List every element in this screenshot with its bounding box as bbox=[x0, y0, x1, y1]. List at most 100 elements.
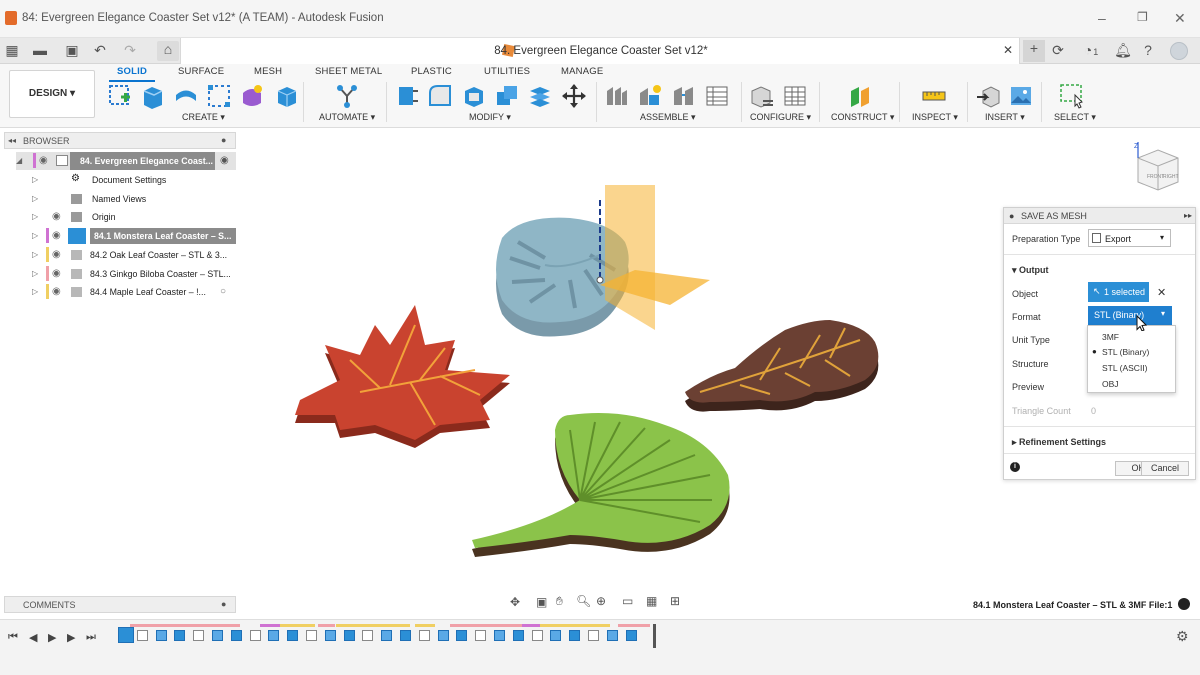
browser-item[interactable]: ▷ ◉ 84.2 Oak Leaf Coaster – STL & 3... bbox=[32, 246, 236, 264]
viewports-icon[interactable]: ⊞ bbox=[670, 594, 680, 608]
timeline-play-icon[interactable]: ▶︎ bbox=[48, 631, 56, 644]
group-create[interactable]: CREATE ▾ bbox=[182, 112, 225, 123]
timeline-feature-icon[interactable] bbox=[418, 630, 430, 641]
collapse-browser-icon[interactable]: ◂◂ bbox=[8, 136, 16, 145]
timeline-feature-icon[interactable] bbox=[174, 630, 186, 641]
timeline-feature-icon[interactable] bbox=[268, 630, 280, 641]
timeline-feature-icon[interactable] bbox=[494, 630, 505, 641]
new-tab-icon[interactable]: + bbox=[1023, 40, 1045, 62]
notifications-icon[interactable]: 🔔︎ bbox=[1113, 42, 1133, 59]
timeline-feature-icon[interactable] bbox=[606, 630, 618, 641]
close-window-icon[interactable]: ✕ bbox=[1174, 10, 1186, 27]
form-icon[interactable] bbox=[239, 83, 265, 109]
visibility-eye-icon[interactable]: ◉ bbox=[52, 249, 61, 260]
comments-pin-icon[interactable]: ● bbox=[221, 599, 226, 609]
browser-item[interactable]: ▷ ◉ 84.4 Maple Leaf Coaster – !... ○ bbox=[32, 283, 236, 301]
object-selection-button[interactable]: ↖ 1 selected bbox=[1088, 282, 1149, 302]
browser-pin-icon[interactable]: ● bbox=[221, 135, 226, 145]
grid-icon[interactable]: ▦ bbox=[646, 594, 657, 608]
timeline-feature-icon[interactable] bbox=[531, 630, 543, 641]
format-option-obj[interactable]: OBJ bbox=[1102, 379, 1119, 389]
tab-utilities[interactable]: UTILITIES bbox=[484, 66, 530, 77]
timeline-start-icon[interactable]: ⏮︎ bbox=[8, 631, 18, 644]
group-modify[interactable]: MODIFY ▾ bbox=[469, 112, 511, 123]
help-icon[interactable]: ? bbox=[1138, 42, 1158, 58]
browser-root[interactable]: ◢ ◉ 84. Evergreen Elegance Coast... ◉ bbox=[16, 152, 236, 170]
as-built-joint-icon[interactable] bbox=[671, 83, 697, 109]
browser-item[interactable]: ▷ ⚙ Document Settings bbox=[32, 171, 236, 189]
group-automate[interactable]: AUTOMATE ▾ bbox=[319, 112, 375, 123]
visibility-eye-icon[interactable]: ◉ bbox=[52, 286, 61, 297]
expand-icon[interactable]: ▷ bbox=[32, 250, 38, 259]
revolve-icon[interactable] bbox=[173, 83, 199, 109]
tab-manage[interactable]: MANAGE bbox=[561, 66, 603, 77]
configure-icon[interactable] bbox=[749, 83, 775, 109]
oak-coaster[interactable] bbox=[685, 320, 879, 412]
tab-sheet-metal[interactable]: SHEET METAL bbox=[315, 66, 382, 77]
extrude-icon[interactable] bbox=[140, 83, 166, 109]
document-tab[interactable]: 84. Evergreen Elegance Coaster Set v12* … bbox=[180, 38, 1020, 64]
refinement-section-toggle[interactable]: ▸ Refinement Settings bbox=[1012, 437, 1106, 448]
zoom-icon[interactable]: 🔍︎ bbox=[576, 594, 591, 608]
browser-item[interactable]: ▷ ◉ Origin bbox=[32, 208, 236, 226]
timeline-feature-icon[interactable] bbox=[437, 630, 449, 641]
shell-icon[interactable] bbox=[461, 83, 487, 109]
expand-icon[interactable]: ▷ bbox=[32, 269, 38, 278]
sweep-icon[interactable] bbox=[206, 83, 232, 109]
group-inspect[interactable]: INSPECT ▾ bbox=[912, 112, 958, 123]
automate-icon[interactable] bbox=[334, 83, 360, 109]
fillet-icon[interactable] bbox=[427, 83, 453, 109]
timeline-feature-icon[interactable] bbox=[136, 630, 148, 641]
dialog-header[interactable]: ● SAVE AS MESH ▸▸ bbox=[1004, 208, 1195, 224]
expand-icon[interactable]: ▷ bbox=[32, 212, 38, 221]
expand-icon[interactable]: ▷ bbox=[32, 194, 38, 203]
apps-grid-icon[interactable]: ▦ bbox=[2, 42, 22, 59]
timeline-feature-icon[interactable] bbox=[118, 627, 134, 643]
create-sketch-icon[interactable] bbox=[107, 83, 133, 109]
display-settings-icon[interactable]: ▭ bbox=[622, 594, 633, 608]
format-option-stl-binary[interactable]: STL (Binary) bbox=[1102, 347, 1149, 357]
view-cube[interactable]: FRONT RIGHT Z bbox=[1128, 138, 1186, 198]
timeline-marker[interactable] bbox=[653, 624, 656, 648]
timeline-feature-icon[interactable] bbox=[569, 630, 581, 641]
preparation-type-dropdown[interactable]: Export ▾ bbox=[1088, 229, 1171, 247]
close-tab-icon[interactable]: ✕ bbox=[1003, 43, 1013, 57]
select-icon[interactable] bbox=[1059, 83, 1085, 109]
browser-item[interactable]: ▷ Named Views bbox=[32, 190, 236, 208]
timeline-feature-icon[interactable] bbox=[212, 630, 223, 641]
bill-of-materials-icon[interactable] bbox=[704, 83, 730, 109]
timeline-feature-icon[interactable] bbox=[193, 630, 205, 641]
collapse-icon[interactable]: ◢ bbox=[16, 156, 22, 165]
activate-radio-icon[interactable]: ◉ bbox=[220, 155, 229, 166]
clear-selection-icon[interactable]: ✕ bbox=[1157, 286, 1166, 299]
configuration-table-icon[interactable] bbox=[782, 83, 808, 109]
expand-icon[interactable]: ▷ bbox=[32, 175, 38, 184]
timeline-feature-icon[interactable] bbox=[550, 630, 562, 641]
activate-radio-icon[interactable]: ○ bbox=[220, 286, 226, 297]
expand-icon[interactable]: ▷ bbox=[32, 287, 38, 296]
visibility-eye-icon[interactable]: ◉ bbox=[52, 211, 61, 222]
tab-solid[interactable]: SOLID bbox=[109, 66, 156, 82]
browser-header[interactable]: ◂◂ BROWSER ● bbox=[4, 132, 236, 149]
timeline-feature-icon[interactable] bbox=[381, 630, 393, 641]
browser-item[interactable]: ▷ ◉ 84.3 Ginkgo Biloba Coaster – STL... bbox=[32, 265, 236, 283]
timeline-feature-icon[interactable] bbox=[230, 630, 242, 641]
timeline-feature-icon[interactable] bbox=[400, 630, 411, 641]
tab-plastic[interactable]: PLASTIC bbox=[411, 66, 452, 77]
workspace-switcher[interactable]: DESIGN ▾ bbox=[9, 70, 95, 118]
avatar[interactable] bbox=[1170, 42, 1188, 60]
file-icon[interactable]: ▬ bbox=[30, 42, 50, 58]
timeline-feature-icon[interactable] bbox=[324, 630, 336, 641]
save-icon[interactable]: ▣ bbox=[62, 42, 82, 59]
ginkgo-coaster[interactable] bbox=[472, 412, 730, 557]
timeline-feature-icon[interactable] bbox=[512, 630, 524, 641]
design-viewport[interactable] bbox=[240, 130, 1000, 595]
cancel-button[interactable]: Cancel bbox=[1141, 461, 1189, 476]
look-at-icon[interactable]: ▣ bbox=[536, 595, 547, 609]
insert-canvas-icon[interactable] bbox=[1008, 83, 1034, 109]
pan-icon[interactable]: ✋︎ bbox=[556, 594, 563, 609]
format-option-stl-ascii[interactable]: STL (ASCII) bbox=[1102, 363, 1148, 373]
tab-surface[interactable]: SURFACE bbox=[178, 66, 224, 77]
timeline-track[interactable] bbox=[110, 622, 660, 650]
group-assemble[interactable]: ASSEMBLE ▾ bbox=[640, 112, 696, 123]
